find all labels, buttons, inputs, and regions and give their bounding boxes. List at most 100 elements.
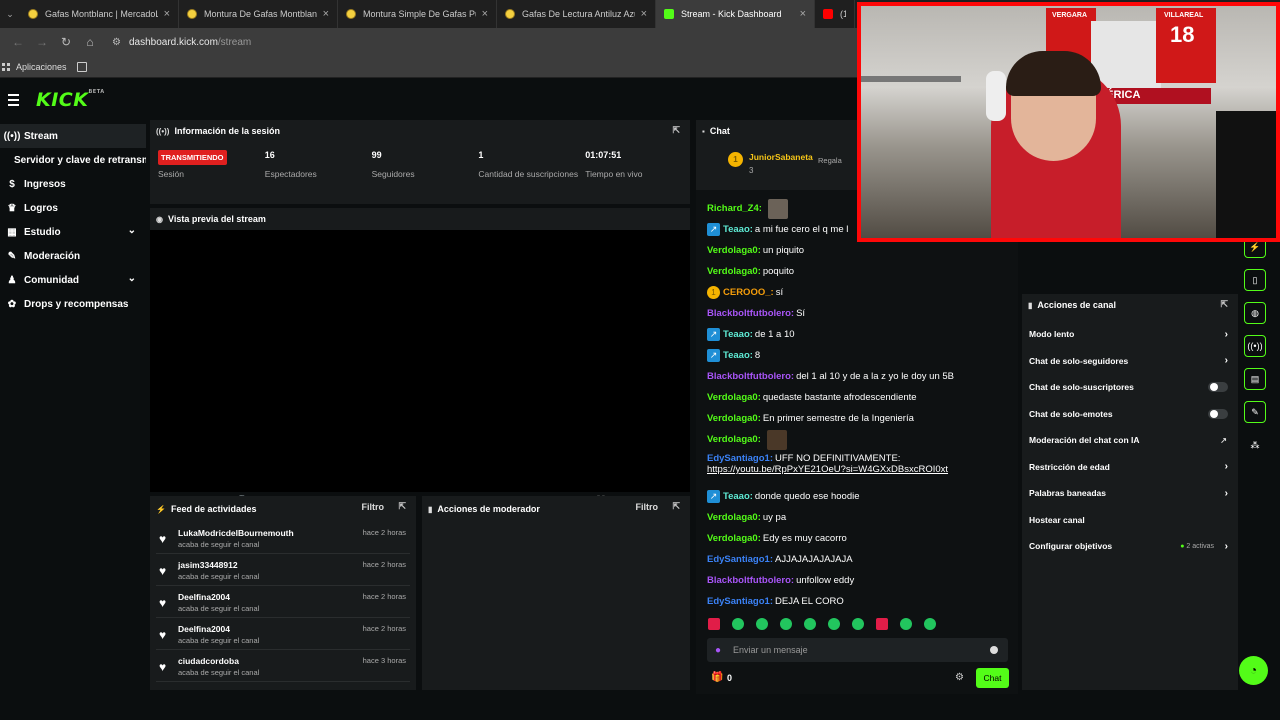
- video-player[interactable]: ▶ 🔊 ▣ ▤ ⛶ ⚙: [150, 230, 690, 508]
- mic-icon[interactable]: ●: [715, 645, 721, 656]
- chat-username[interactable]: Teaao:: [723, 224, 753, 235]
- browser-tab[interactable]: Montura De Gafas Montblan-c ×: [179, 0, 338, 28]
- close-tab-icon[interactable]: ×: [800, 8, 806, 20]
- sidebar-item-estudio[interactable]: ▦ Estudio ⌄: [0, 220, 146, 244]
- clip-icon[interactable]: ▯: [1244, 269, 1266, 291]
- site-settings-icon[interactable]: ⚙: [112, 37, 121, 48]
- emote-icon[interactable]: [876, 618, 888, 630]
- popout-icon[interactable]: ⇱: [398, 501, 406, 512]
- emote-icon[interactable]: [732, 618, 744, 630]
- feed-user[interactable]: Deelfina2004: [178, 592, 230, 602]
- chat-username[interactable]: Verdolaga0:: [707, 392, 761, 403]
- emote-icon[interactable]: [780, 618, 792, 630]
- channel-action-6[interactable]: Palabras baneadas ›: [1022, 480, 1238, 507]
- chat-input[interactable]: ● Enviar un mensaje: [707, 638, 1008, 662]
- emote-icon[interactable]: [756, 618, 768, 630]
- feed-desc: acaba de seguir el canal: [178, 604, 260, 613]
- toggle-switch[interactable]: [1208, 382, 1228, 393]
- feed-filter-button[interactable]: Filtro: [362, 502, 385, 512]
- sidebar-item-stream[interactable]: ((•)) Stream: [0, 124, 146, 148]
- channel-action-5[interactable]: Restricción de edad ›: [1022, 454, 1238, 481]
- chat-username[interactable]: EdySantiago1:: [707, 453, 773, 464]
- gift-icon[interactable]: 🎁: [711, 672, 723, 683]
- popout-icon[interactable]: ⇱: [1220, 299, 1228, 310]
- close-tab-icon[interactable]: ×: [164, 8, 170, 20]
- pinned-user[interactable]: JuniorSabaneta: [749, 152, 813, 162]
- browser-tab[interactable]: Stream - Kick Dashboard ×: [656, 0, 815, 28]
- chat-username[interactable]: Verdolaga0:: [707, 512, 761, 523]
- emote-icon[interactable]: [828, 618, 840, 630]
- channel-action-2[interactable]: Chat de solo-suscriptores: [1022, 374, 1238, 401]
- chat-username[interactable]: Verdolaga0:: [707, 434, 761, 445]
- chat-username[interactable]: Blackboltfutbolero:: [707, 308, 794, 319]
- close-tab-icon[interactable]: ×: [323, 8, 329, 20]
- sidebar-item-ingresos[interactable]: $ Ingresos: [0, 172, 146, 196]
- sidebar-item-logros[interactable]: ♛ Logros: [0, 196, 146, 220]
- popout-icon[interactable]: ⇱: [672, 125, 680, 136]
- reload-icon[interactable]: ↻: [54, 35, 78, 49]
- kick-logo[interactable]: KICKBETA: [36, 89, 105, 111]
- list-icon[interactable]: ▤: [1244, 368, 1266, 390]
- channel-action-0[interactable]: Modo lento ›: [1022, 321, 1238, 348]
- chat-username[interactable]: Verdolaga0:: [707, 245, 761, 256]
- chat-username[interactable]: Verdolaga0:: [707, 533, 761, 544]
- add-action-icon[interactable]: ⁂: [1244, 434, 1266, 456]
- chat-username[interactable]: CEROOO_:: [723, 287, 774, 298]
- chat-settings-icon[interactable]: ⚙: [955, 672, 964, 683]
- popout-icon[interactable]: ⇱: [672, 501, 680, 512]
- channel-action-3[interactable]: Chat de solo-emotes: [1022, 401, 1238, 428]
- channel-action-label: Modo lento: [1029, 329, 1075, 340]
- close-tab-icon[interactable]: ×: [641, 8, 647, 20]
- sidebar-item-drops[interactable]: ✿ Drops y recompensas: [0, 292, 146, 316]
- feed-user[interactable]: Deelfina2004: [178, 624, 230, 634]
- sidebar-item-label: Moderación: [24, 250, 81, 262]
- sidebar-item-moderación[interactable]: ✎ Moderación: [0, 244, 146, 268]
- browser-tab[interactable]: (18) C: [815, 0, 855, 28]
- tab-groups-icon[interactable]: [76, 61, 87, 72]
- url-field[interactable]: ⚙ dashboard.kick.com/stream: [112, 37, 251, 48]
- channel-action-8[interactable]: Configurar objetivos ● 2 activas ›: [1022, 533, 1238, 560]
- help-button[interactable]: ◔: [1239, 656, 1268, 685]
- chat-username[interactable]: Blackboltfutbolero:: [707, 575, 794, 586]
- emote-icon[interactable]: [804, 618, 816, 630]
- chat-username[interactable]: EdySantiago1:: [707, 596, 773, 607]
- chat-username[interactable]: Blackboltfutbolero:: [707, 371, 794, 382]
- close-tab-icon[interactable]: ×: [482, 8, 488, 20]
- chat-username[interactable]: Richard_Z4:: [707, 203, 762, 214]
- feed-user[interactable]: LukaModricdelBournemouth: [178, 528, 294, 538]
- chat-icon[interactable]: ◍: [1244, 302, 1266, 324]
- modact-filter-button[interactable]: Filtro: [636, 502, 659, 512]
- channel-action-4[interactable]: Moderación del chat con IA ↗: [1022, 427, 1238, 454]
- feed-user[interactable]: ciudadcordoba: [178, 656, 239, 666]
- back-icon[interactable]: ←: [6, 35, 30, 49]
- menu-icon[interactable]: [6, 92, 30, 108]
- emote-icon[interactable]: [708, 618, 720, 630]
- chat-link[interactable]: https://youtu.be/RpPxYE21OeU?si=W4GXxDBs…: [707, 464, 948, 475]
- emote-icon[interactable]: [900, 618, 912, 630]
- broadcast-icon[interactable]: ((•)): [1244, 335, 1266, 357]
- emote-icon[interactable]: [924, 618, 936, 630]
- channel-action-7[interactable]: Hostear canal: [1022, 507, 1238, 534]
- chat-username[interactable]: Teaao:: [723, 329, 753, 340]
- home-icon[interactable]: ⌂: [78, 35, 102, 49]
- channel-action-1[interactable]: Chat de solo-seguidores ›: [1022, 348, 1238, 375]
- chat-username[interactable]: Verdolaga0:: [707, 266, 761, 277]
- tab-search-icon[interactable]: ⌄: [0, 9, 20, 20]
- browser-tab[interactable]: Montura Simple De Gafas Pure ×: [338, 0, 497, 28]
- browser-tab[interactable]: Gafas De Lectura Antiluz Azul C ×: [497, 0, 656, 28]
- chat-username[interactable]: Teaao:: [723, 491, 753, 502]
- chat-username[interactable]: Teaao:: [723, 350, 753, 361]
- chat-username[interactable]: EdySantiago1:: [707, 554, 773, 565]
- emoji-icon[interactable]: [990, 646, 998, 654]
- toggle-switch[interactable]: [1208, 408, 1228, 419]
- chat-username[interactable]: Verdolaga0:: [707, 413, 761, 424]
- bookmark-apps[interactable]: Aplicaciones: [2, 62, 67, 72]
- feed-user[interactable]: jasim33448912: [178, 560, 238, 570]
- wrench-icon[interactable]: ✎: [1244, 401, 1266, 423]
- sidebar-item-servidor[interactable]: Servidor y clave de retransmisión: [0, 148, 146, 172]
- browser-tab[interactable]: Gafas Montblanc | MercadoLibre ×: [20, 0, 179, 28]
- emote-icon[interactable]: [852, 618, 864, 630]
- send-chat-button[interactable]: Chat: [976, 668, 1009, 688]
- forward-icon[interactable]: →: [30, 35, 54, 49]
- sidebar-item-comunidad[interactable]: ♟ Comunidad ⌄: [0, 268, 146, 292]
